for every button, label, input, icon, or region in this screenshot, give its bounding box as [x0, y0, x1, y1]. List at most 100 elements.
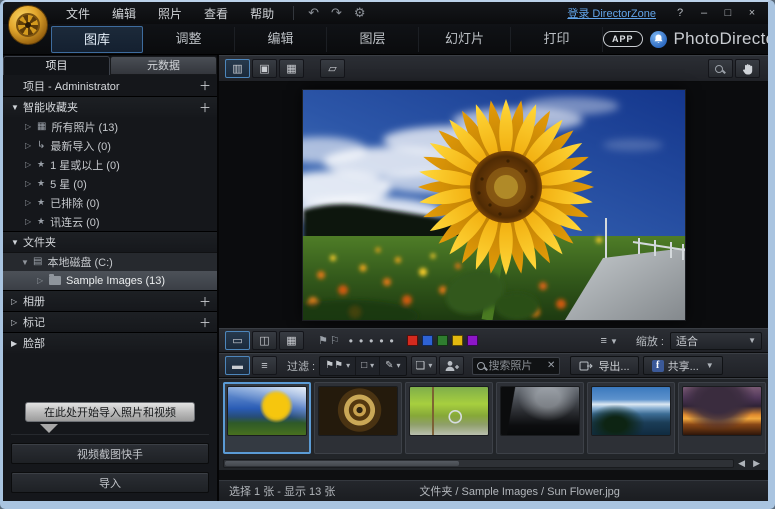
pan-hand-button[interactable]	[735, 59, 760, 78]
tree-row[interactable]: ▷ 相册 ＋	[3, 290, 217, 311]
module-tab[interactable]: 编辑	[235, 27, 327, 52]
add-button[interactable]: ＋	[199, 314, 211, 331]
module-tab[interactable]: 打印	[511, 27, 603, 52]
expand-arrow-icon[interactable]: ▷	[25, 141, 37, 150]
tree-row[interactable]: ▶ 脸部	[3, 332, 217, 353]
browser-view-button[interactable]: ▥	[225, 59, 250, 78]
minimize-button[interactable]: –	[694, 7, 714, 19]
tree-row[interactable]: ▷ 所有照片 (13)	[3, 117, 217, 136]
thumbnail-strip-button[interactable]: ▬	[225, 356, 250, 375]
import-here-callout-button[interactable]: 在此处开始导入照片和视频	[25, 402, 195, 422]
flag-buttons[interactable]: ⚑⚐	[318, 334, 342, 347]
flag-filter-button[interactable]: ⚑⚑▾	[320, 357, 356, 375]
scrollbar-handle[interactable]	[225, 461, 459, 466]
scroll-left-button[interactable]: ◀	[734, 458, 749, 469]
menu-item[interactable]: 编辑	[101, 3, 147, 24]
thumbnail-cell[interactable]	[314, 382, 402, 454]
thumbnail-image[interactable]	[410, 387, 488, 435]
app-badge[interactable]: APP	[603, 31, 643, 47]
thumbnail-image[interactable]	[683, 387, 761, 435]
color-label-chip[interactable]	[437, 335, 448, 346]
tree-row[interactable]: ▷ 最新导入 (0)	[3, 136, 217, 155]
expand-arrow-icon[interactable]: ▷	[25, 217, 37, 226]
sidebar-tab[interactable]: 项目	[3, 56, 110, 75]
expand-arrow-icon[interactable]: ▼	[21, 258, 33, 267]
rating-dot[interactable]: •	[379, 334, 383, 348]
module-tab[interactable]: 图库	[51, 26, 143, 53]
maximize-button[interactable]: □	[718, 7, 738, 19]
zoom-dropdown[interactable]: 适合▼	[670, 332, 762, 350]
search-input[interactable]	[488, 360, 544, 372]
thumbnail-image[interactable]	[501, 387, 579, 435]
add-button[interactable]: ＋	[199, 293, 211, 310]
tree-row[interactable]: ▷ Sample Images (13)	[3, 271, 217, 290]
module-tab[interactable]: 调整	[143, 27, 235, 52]
viewer-only-button[interactable]: ▣	[252, 59, 277, 78]
thumbnail-image[interactable]	[228, 387, 306, 435]
label-filter-button[interactable]: ✎▾	[380, 357, 405, 375]
tree-row[interactable]: ▼ 文件夹	[3, 231, 217, 252]
undo-icon[interactable]: ↶	[302, 5, 325, 21]
tree-row[interactable]: ▷ 标记 ＋	[3, 311, 217, 332]
import-button[interactable]: 导入	[11, 472, 209, 493]
single-view-button[interactable]: ▭	[225, 331, 250, 350]
scrollbar-track[interactable]	[223, 459, 734, 468]
menu-item[interactable]: 文件	[55, 3, 101, 24]
rating-dot[interactable]: •	[369, 334, 373, 348]
tree-row[interactable]: ▷ 1 星或以上 (0)	[3, 155, 217, 174]
sort-button[interactable]: ≡▼	[595, 333, 624, 349]
color-label-chip[interactable]	[407, 335, 418, 346]
add-button[interactable]: ＋	[199, 99, 211, 116]
rating-dot[interactable]: •	[359, 334, 363, 348]
module-tab[interactable]: 图层	[327, 27, 419, 52]
thumbnail-cell[interactable]	[496, 382, 584, 454]
zoom-tool-button[interactable]	[708, 59, 733, 78]
color-label-chip[interactable]	[452, 335, 463, 346]
video-to-photo-button[interactable]: 视频截图快手	[11, 443, 209, 464]
multi-view-button[interactable]: ▦	[279, 331, 304, 350]
notification-bell-icon[interactable]	[650, 31, 667, 48]
expand-arrow-icon[interactable]: ▶	[11, 339, 23, 348]
module-tab[interactable]: 幻灯片	[419, 27, 511, 52]
list-view-button[interactable]: ≡	[252, 356, 277, 375]
thumbnail-cell[interactable]	[405, 382, 493, 454]
menu-item[interactable]: 查看	[193, 3, 239, 24]
expand-arrow-icon[interactable]: ▼	[11, 103, 23, 112]
tree-row[interactable]: ▷ 讯连云 (0)	[3, 212, 217, 231]
add-button[interactable]: ＋	[199, 77, 211, 94]
photo-viewer[interactable]	[219, 82, 768, 328]
expand-arrow-icon[interactable]: ▷	[37, 276, 49, 285]
tree-row[interactable]: ▷ 已排除 (0)	[3, 193, 217, 212]
expand-arrow-icon[interactable]: ▷	[11, 318, 23, 327]
expand-arrow-icon[interactable]: ▷	[11, 297, 23, 306]
tree-row[interactable]: ▼ 本地磁盘 (C:)	[3, 252, 217, 271]
search-box[interactable]: ✕	[472, 357, 560, 375]
rating-dot[interactable]: •	[349, 334, 353, 348]
thumbnail-cell[interactable]	[587, 382, 675, 454]
expand-arrow-icon[interactable]: ▷	[25, 160, 37, 169]
grid-view-button[interactable]: ▦	[279, 59, 304, 78]
close-button[interactable]: ×	[742, 7, 762, 19]
thumbnail-cell[interactable]	[223, 382, 311, 454]
scroll-right-button[interactable]: ▶	[749, 458, 764, 469]
thumbnail-image[interactable]	[319, 387, 397, 435]
tag-face-button[interactable]	[439, 356, 464, 375]
thumbnail-image[interactable]	[592, 387, 670, 435]
menu-item[interactable]: 照片	[147, 3, 193, 24]
compare-view-button[interactable]: ◫	[252, 331, 277, 350]
export-button[interactable]: 导出...	[570, 356, 638, 375]
menu-item[interactable]: 帮助	[239, 3, 285, 24]
sidebar-tab[interactable]: 元数据	[110, 56, 217, 75]
clear-search-icon[interactable]: ✕	[547, 360, 555, 371]
share-button[interactable]: f 共享... ▼	[643, 356, 723, 375]
help-button[interactable]: ?	[670, 7, 690, 19]
settings-gear-icon[interactable]: ⚙	[348, 5, 372, 21]
stack-button[interactable]: ❏▾	[411, 356, 438, 375]
tree-row[interactable]: ▼ 智能收藏夹 ＋	[3, 96, 217, 117]
color-label-chip[interactable]	[422, 335, 433, 346]
rating-dot[interactable]: •	[390, 334, 394, 348]
expand-arrow-icon[interactable]: ▼	[11, 238, 23, 247]
thumbnail-cell[interactable]	[678, 382, 766, 454]
dual-display-button[interactable]: ▱	[320, 59, 345, 78]
login-directorzone-link[interactable]: 登录 DirectorZone	[567, 5, 656, 21]
